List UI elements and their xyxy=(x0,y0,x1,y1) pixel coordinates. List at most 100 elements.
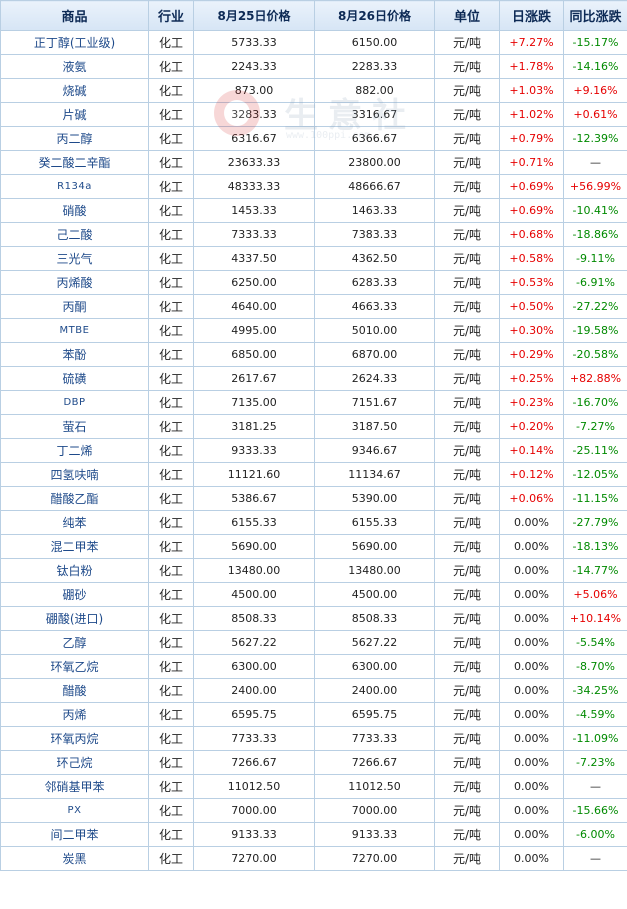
price-aug25-cell: 6250.00 xyxy=(193,270,315,295)
table-row: 硼砂 化工 4500.00 4500.00 元/吨 0.00% +5.06% xyxy=(0,582,627,607)
table-row: 醋酸乙酯 化工 5386.67 5390.00 元/吨 +0.06% -11.15% xyxy=(0,486,627,511)
industry-cell: 化工 xyxy=(148,78,194,103)
table-row: 环己烷 化工 7266.67 7266.67 元/吨 0.00% -7.23% xyxy=(0,750,627,775)
unit-cell: 元/吨 xyxy=(434,222,500,247)
industry-cell: 化工 xyxy=(148,318,194,343)
unit-cell: 元/吨 xyxy=(434,510,500,535)
table-row: 烧碱 化工 873.00 882.00 元/吨 +1.03% +9.16% xyxy=(0,78,627,103)
product-name-link[interactable]: 硼砂 xyxy=(0,582,149,607)
daily-change-cell: 0.00% xyxy=(499,558,564,583)
product-name-link[interactable]: 四氢呋喃 xyxy=(0,462,149,487)
table-row: 片碱 化工 3283.33 3316.67 元/吨 +1.02% +0.61% xyxy=(0,102,627,127)
header-daily-change[interactable]: 日涨跌 xyxy=(499,0,564,31)
unit-cell: 元/吨 xyxy=(434,414,500,439)
header-price-aug25[interactable]: 8月25日价格 xyxy=(193,0,315,31)
table-row: 丙烯酸 化工 6250.00 6283.33 元/吨 +0.53% -6.91% xyxy=(0,270,627,295)
yoy-change-cell: -25.11% xyxy=(563,438,627,463)
header-industry[interactable]: 行业 xyxy=(148,0,194,31)
table-row: 正丁醇(工业级) 化工 5733.33 6150.00 元/吨 +7.27% -15.17% xyxy=(0,30,627,55)
product-name-link[interactable]: 片碱 xyxy=(0,102,149,127)
product-name-link[interactable]: 间二甲苯 xyxy=(0,822,149,847)
unit-cell: 元/吨 xyxy=(434,150,500,175)
product-name-link[interactable]: 萤石 xyxy=(0,414,149,439)
table-row: 醋酸 化工 2400.00 2400.00 元/吨 0.00% -34.25% xyxy=(0,678,627,703)
table-row: 丙烯 化工 6595.75 6595.75 元/吨 0.00% -4.59% xyxy=(0,702,627,727)
product-name-link[interactable]: 苯酚 xyxy=(0,342,149,367)
unit-cell: 元/吨 xyxy=(434,294,500,319)
table-row: 炭黑 化工 7270.00 7270.00 元/吨 0.00% — xyxy=(0,846,627,871)
product-name-link[interactable]: R134a xyxy=(0,174,149,199)
product-name-link[interactable]: 醋酸乙酯 xyxy=(0,486,149,511)
product-name-link[interactable]: 己二酸 xyxy=(0,222,149,247)
table-row: 丙二醇 化工 6316.67 6366.67 元/吨 +0.79% -12.39% xyxy=(0,126,627,151)
industry-cell: 化工 xyxy=(148,174,194,199)
daily-change-cell: +0.50% xyxy=(499,294,564,319)
table-row: 己二酸 化工 7333.33 7383.33 元/吨 +0.68% -18.86% xyxy=(0,222,627,247)
unit-cell: 元/吨 xyxy=(434,270,500,295)
product-name-link[interactable]: 环氧乙烷 xyxy=(0,654,149,679)
product-name-link[interactable]: MTBE xyxy=(0,318,149,343)
daily-change-cell: +0.25% xyxy=(499,366,564,391)
yoy-change-cell: -15.17% xyxy=(563,30,627,55)
daily-change-cell: +1.78% xyxy=(499,54,564,79)
price-aug26-cell: 48666.67 xyxy=(314,174,435,199)
product-name-link[interactable]: DBP xyxy=(0,390,149,415)
industry-cell: 化工 xyxy=(148,366,194,391)
price-aug26-cell: 7270.00 xyxy=(314,846,435,871)
product-name-link[interactable]: 丙烯 xyxy=(0,702,149,727)
header-product[interactable]: 商品 xyxy=(0,0,149,31)
table-row: 四氢呋喃 化工 11121.60 11134.67 元/吨 +0.12% -12.05% xyxy=(0,462,627,487)
product-name-link[interactable]: 环氧丙烷 xyxy=(0,726,149,751)
industry-cell: 化工 xyxy=(148,438,194,463)
unit-cell: 元/吨 xyxy=(434,318,500,343)
table-row: 间二甲苯 化工 9133.33 9133.33 元/吨 0.00% -6.00% xyxy=(0,822,627,847)
industry-cell: 化工 xyxy=(148,822,194,847)
product-name-link[interactable]: 丙二醇 xyxy=(0,126,149,151)
product-name-link[interactable]: 液氨 xyxy=(0,54,149,79)
yoy-change-cell: -7.27% xyxy=(563,414,627,439)
header-price-aug26[interactable]: 8月26日价格 xyxy=(314,0,435,31)
price-aug26-cell: 6595.75 xyxy=(314,702,435,727)
price-aug25-cell: 7270.00 xyxy=(193,846,315,871)
unit-cell: 元/吨 xyxy=(434,342,500,367)
daily-change-cell: +0.58% xyxy=(499,246,564,271)
product-name-link[interactable]: PX xyxy=(0,798,149,823)
daily-change-cell: +0.12% xyxy=(499,462,564,487)
product-name-link[interactable]: 硼酸(进口) xyxy=(0,606,149,631)
header-unit[interactable]: 单位 xyxy=(434,0,500,31)
unit-cell: 元/吨 xyxy=(434,246,500,271)
product-name-link[interactable]: 纯苯 xyxy=(0,510,149,535)
unit-cell: 元/吨 xyxy=(434,726,500,751)
product-name-link[interactable]: 正丁醇(工业级) xyxy=(0,30,149,55)
daily-change-cell: +0.20% xyxy=(499,414,564,439)
industry-cell: 化工 xyxy=(148,678,194,703)
product-name-link[interactable]: 癸二酸二辛酯 xyxy=(0,150,149,175)
yoy-change-cell: +10.14% xyxy=(563,606,627,631)
price-aug25-cell: 48333.33 xyxy=(193,174,315,199)
table-row: 硝酸 化工 1453.33 1463.33 元/吨 +0.69% -10.41% xyxy=(0,198,627,223)
unit-cell: 元/吨 xyxy=(434,438,500,463)
price-aug26-cell: 5390.00 xyxy=(314,486,435,511)
product-name-link[interactable]: 丙酮 xyxy=(0,294,149,319)
product-name-link[interactable]: 炭黑 xyxy=(0,846,149,871)
product-name-link[interactable]: 邻硝基甲苯 xyxy=(0,774,149,799)
product-name-link[interactable]: 乙醇 xyxy=(0,630,149,655)
product-name-link[interactable]: 环己烷 xyxy=(0,750,149,775)
header-yoy-change[interactable]: 同比涨跌 xyxy=(563,0,627,31)
yoy-change-cell: -6.91% xyxy=(563,270,627,295)
yoy-change-cell: -19.58% xyxy=(563,318,627,343)
product-name-link[interactable]: 硝酸 xyxy=(0,198,149,223)
product-name-link[interactable]: 丙烯酸 xyxy=(0,270,149,295)
product-name-link[interactable]: 硫磺 xyxy=(0,366,149,391)
product-name-link[interactable]: 钛白粉 xyxy=(0,558,149,583)
product-name-link[interactable]: 醋酸 xyxy=(0,678,149,703)
product-name-link[interactable]: 三光气 xyxy=(0,246,149,271)
yoy-change-cell: — xyxy=(563,846,627,871)
price-aug25-cell: 3283.33 xyxy=(193,102,315,127)
product-name-link[interactable]: 混二甲苯 xyxy=(0,534,149,559)
product-name-link[interactable]: 烧碱 xyxy=(0,78,149,103)
product-name-link[interactable]: 丁二烯 xyxy=(0,438,149,463)
daily-change-cell: 0.00% xyxy=(499,774,564,799)
yoy-change-cell: -15.66% xyxy=(563,798,627,823)
yoy-change-cell: -8.70% xyxy=(563,654,627,679)
